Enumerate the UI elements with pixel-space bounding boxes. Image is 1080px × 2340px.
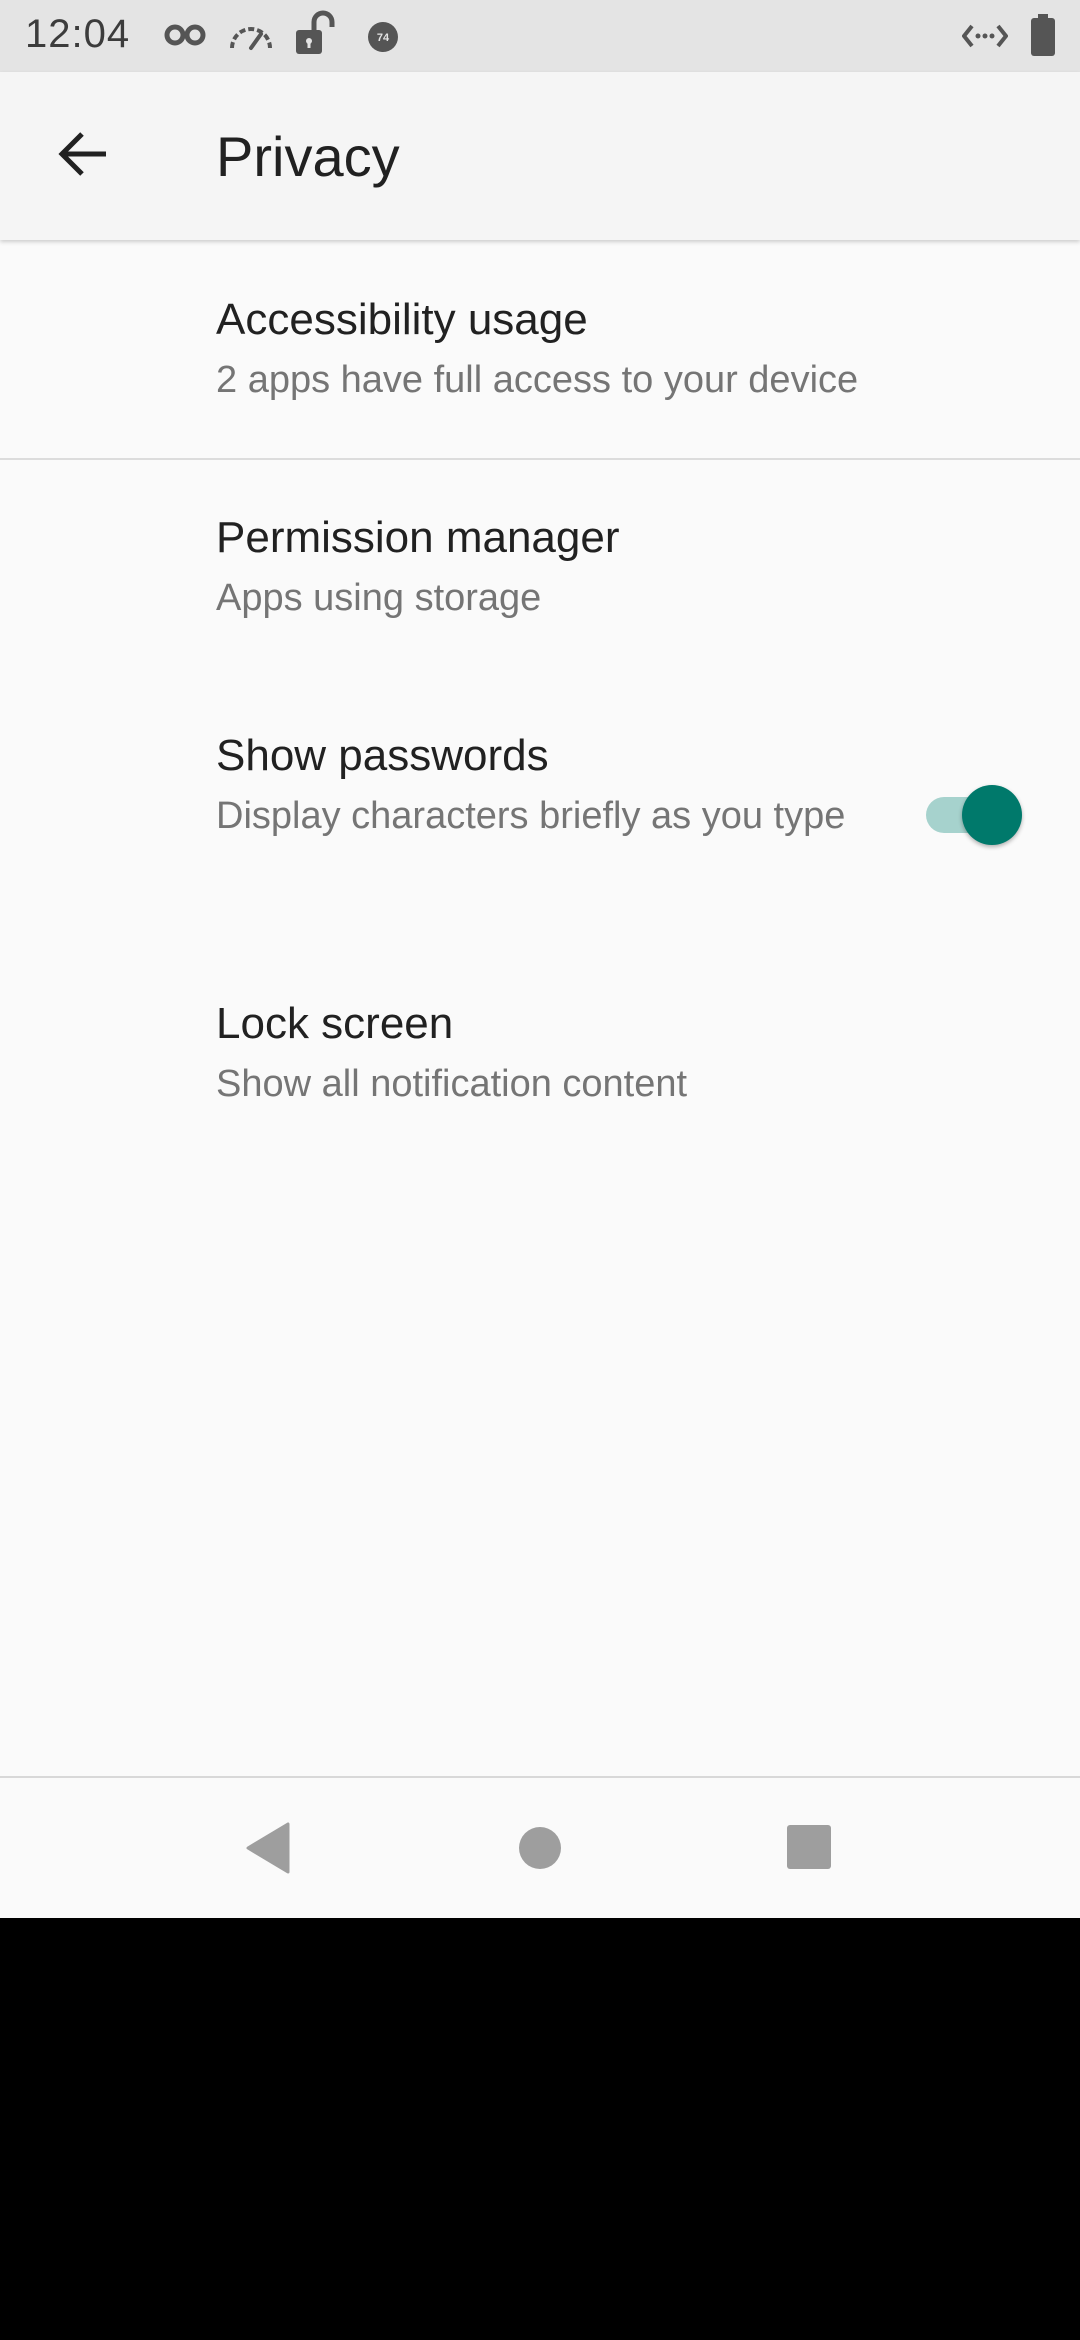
pref-show-passwords[interactable]: Show passwords Display characters briefl… — [0, 678, 1080, 946]
page-title: Privacy — [216, 125, 400, 188]
data-transfer-icon — [962, 22, 1008, 55]
pref-summary: Apps using storage — [216, 577, 542, 619]
nav-recents-button[interactable] — [740, 1778, 880, 1918]
app-bar: Privacy — [0, 72, 1080, 240]
pref-title: Lock screen — [216, 999, 454, 1048]
show-passwords-toggle[interactable] — [926, 779, 1026, 845]
recents-square-icon — [786, 1824, 832, 1875]
toggle-thumb — [962, 785, 1022, 845]
home-circle-icon — [518, 1826, 562, 1875]
screen: 12:04 74 Privacy Accessibility usage 2 a… — [0, 0, 1080, 1918]
nav-home-button[interactable] — [470, 1778, 610, 1918]
pref-title: Show passwords — [216, 731, 549, 780]
badge-74-icon: 74 — [366, 20, 400, 59]
unlock-icon — [292, 10, 340, 63]
pref-summary: Show all notification content — [216, 1063, 688, 1105]
pref-summary: 2 apps have full access to your device — [216, 359, 859, 401]
incognito-icon — [164, 20, 206, 55]
battery-icon — [1030, 14, 1056, 61]
pref-summary: Display characters briefly as you type — [216, 795, 846, 837]
svg-text:74: 74 — [377, 32, 390, 44]
nav-back-button[interactable] — [198, 1778, 338, 1918]
arrow-back-icon — [56, 126, 112, 187]
speedometer-icon — [228, 18, 274, 57]
pref-title: Accessibility usage — [216, 295, 588, 344]
back-triangle-icon — [244, 1822, 292, 1879]
pref-title: Permission manager — [216, 513, 620, 562]
pref-permission-manager[interactable]: Permission manager Apps using storage — [0, 460, 1080, 678]
pref-lock-screen[interactable]: Lock screen Show all notification conten… — [0, 946, 1080, 1164]
back-button[interactable] — [40, 112, 128, 200]
pref-accessibility-usage[interactable]: Accessibility usage 2 apps have full acc… — [0, 240, 1080, 458]
status-time: 12:04 — [25, 12, 131, 56]
status-bar: 12:04 74 — [0, 0, 1080, 72]
navigation-bar — [0, 1776, 1080, 1918]
